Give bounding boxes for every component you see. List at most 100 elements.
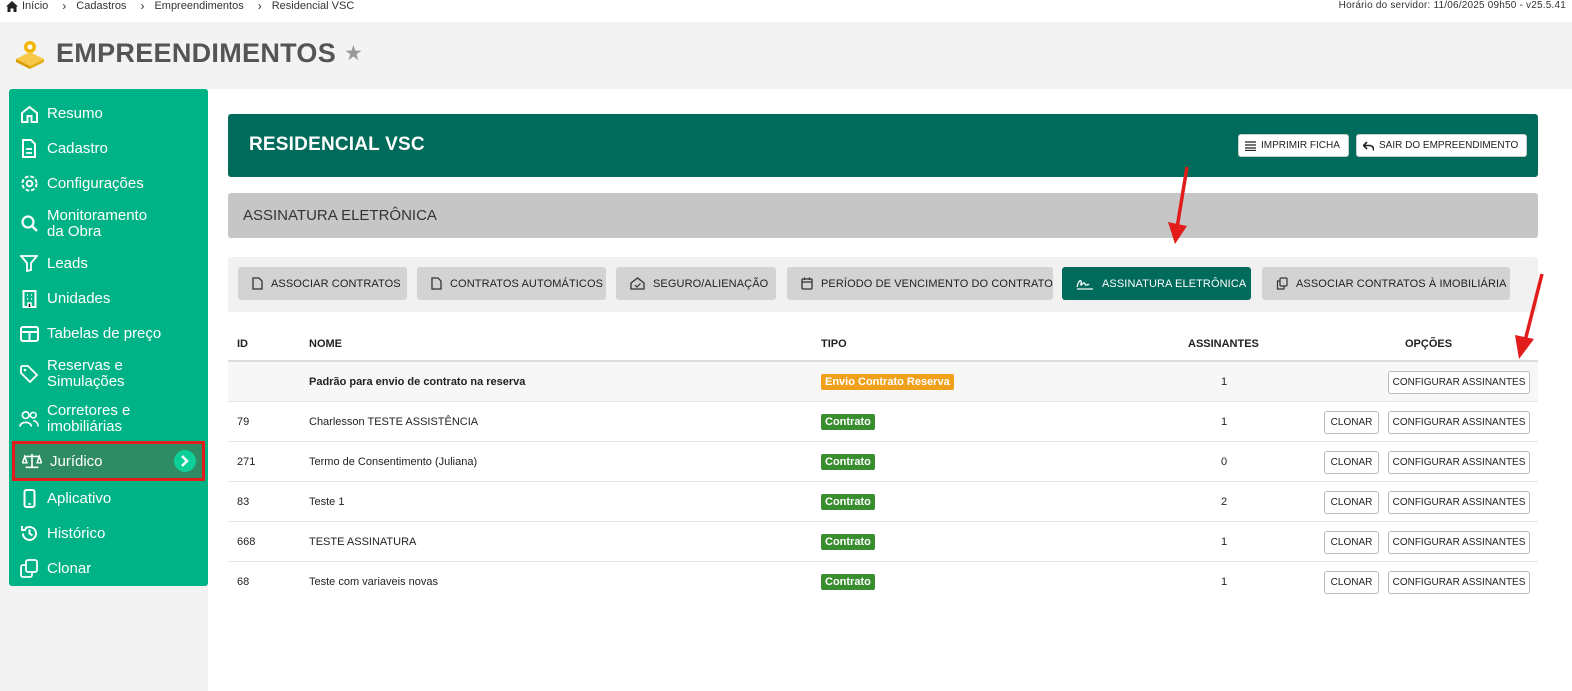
tab-associar-imobiliaria[interactable]: ASSOCIAR CONTRATOS À IMOBILIÁRIA xyxy=(1262,267,1510,300)
signature-icon xyxy=(1076,277,1094,290)
column-header-id: ID xyxy=(237,338,248,350)
phone-icon xyxy=(19,489,39,509)
sidebar-item-tabelas[interactable]: Tabelas de preço xyxy=(9,316,208,351)
clone-button[interactable]: CLONAR xyxy=(1324,571,1379,594)
table-icon xyxy=(19,324,39,344)
sidebar-item-unidades[interactable]: Unidades xyxy=(9,281,208,316)
favorite-star-icon[interactable]: ★ xyxy=(344,41,363,66)
clone-button[interactable]: CLONAR xyxy=(1324,491,1379,514)
sidebar-item-configuracoes[interactable]: Configurações xyxy=(9,166,208,201)
building-icon xyxy=(19,289,39,309)
table-row: Padrão para envio de contrato na reserva… xyxy=(228,362,1538,402)
column-header-options: OPÇÕES xyxy=(1405,338,1453,350)
sidebar-item-label: Monitoramento da Obra xyxy=(47,206,148,240)
row-signers: 2 xyxy=(1221,496,1228,508)
tab-associar-contratos[interactable]: ASSOCIAR CONTRATOS xyxy=(238,267,407,300)
tab-seguro-alienacao[interactable]: SEGURO/ALIENAÇÃO xyxy=(616,267,776,300)
clone-button[interactable]: CLONAR xyxy=(1324,531,1379,554)
row-signers: 1 xyxy=(1221,536,1228,548)
sidebar-item-corretores[interactable]: Corretores e imobiliárias xyxy=(9,396,208,441)
reply-arrow-icon xyxy=(1363,140,1374,151)
sidebar-item-label: Unidades xyxy=(47,290,111,307)
breadcrumb-home[interactable]: Início xyxy=(22,0,48,12)
sidebar-item-label: Histórico xyxy=(47,525,106,542)
sidebar-item-label: Configurações xyxy=(47,175,144,192)
sidebar-item-aplicativo[interactable]: Aplicativo xyxy=(9,481,208,516)
gear-icon xyxy=(19,174,39,194)
breadcrumb-cadastros[interactable]: Cadastros xyxy=(76,0,126,12)
row-name: TESTE ASSINATURA xyxy=(309,536,417,548)
sidebar-item-cadastro[interactable]: Cadastro xyxy=(9,131,208,166)
table-row: 79 Charlesson TESTE ASSISTÊNCIA Contrato… xyxy=(228,402,1538,442)
type-badge: Contrato xyxy=(821,414,875,430)
configure-signers-button[interactable]: CONFIGURAR ASSINANTES xyxy=(1388,491,1530,514)
configure-signers-button[interactable]: CONFIGURAR ASSINANTES xyxy=(1388,371,1530,394)
exit-project-button[interactable]: SAIR DO EMPREENDIMENTO xyxy=(1356,134,1528,157)
document-icon xyxy=(252,277,263,290)
signers-table: ID NOME TIPO ASSINANTES OPÇÕES Padrão pa… xyxy=(228,322,1538,602)
type-badge: Contrato xyxy=(821,574,875,590)
row-id: 271 xyxy=(237,456,256,468)
sidebar: Resumo Cadastro Configurações Monitorame… xyxy=(9,89,208,586)
configure-signers-button[interactable]: CONFIGURAR ASSINANTES xyxy=(1388,571,1530,594)
history-icon xyxy=(19,524,39,544)
clone-button[interactable]: CLONAR xyxy=(1324,451,1379,474)
sidebar-item-historico[interactable]: Histórico xyxy=(9,516,208,551)
sidebar-item-label: Aplicativo xyxy=(47,490,112,507)
clone-button[interactable]: CLONAR xyxy=(1324,411,1379,434)
chevron-right-icon[interactable] xyxy=(174,450,196,472)
page-title: EMPREENDIMENTOS xyxy=(56,38,337,68)
annotation-arrow-icon xyxy=(1168,166,1189,244)
breadcrumb-empreendimentos[interactable]: Empreendimentos xyxy=(154,0,243,12)
breadcrumb-current: Residencial VSC xyxy=(271,0,355,12)
row-name: Charlesson TESTE ASSISTÊNCIA xyxy=(309,416,479,428)
type-badge: Contrato xyxy=(821,454,875,470)
tab-contratos-automaticos[interactable]: CONTRATOS AUTOMÁTICOS xyxy=(417,267,606,300)
list-icon xyxy=(1245,140,1256,151)
print-button[interactable]: IMPRIMIR FICHA xyxy=(1238,134,1349,157)
chevron-right-icon: › xyxy=(62,0,67,13)
print-button-label: IMPRIMIR FICHA xyxy=(1261,140,1340,151)
tab-label: ASSINATURA ELETRÔNICA xyxy=(1102,277,1247,290)
exit-button-label: SAIR DO EMPREENDIMENTO xyxy=(1379,140,1519,151)
copy-icon xyxy=(19,559,39,579)
annotation-arrow-icon xyxy=(1515,273,1544,359)
tab-assinatura-eletronica[interactable]: ASSINATURA ELETRÔNICA xyxy=(1062,267,1251,300)
table-header: ID NOME TIPO ASSINANTES OPÇÕES xyxy=(228,322,1538,362)
tab-periodo-vencimento[interactable]: PERÍODO DE VENCIMENTO DO CONTRATO xyxy=(787,267,1053,300)
sidebar-item-resumo[interactable]: Resumo xyxy=(9,96,208,131)
copy-icon xyxy=(1276,277,1288,290)
row-id: 668 xyxy=(237,536,256,548)
configure-signers-button[interactable]: CONFIGURAR ASSINANTES xyxy=(1388,411,1530,434)
users-icon xyxy=(19,409,39,429)
calendar-icon xyxy=(801,277,813,290)
sidebar-item-reservas[interactable]: Reservas e Simulações xyxy=(9,351,208,396)
sidebar-item-clonar[interactable]: Clonar xyxy=(9,551,208,586)
row-name: Padrão para envio de contrato na reserva xyxy=(309,376,526,388)
row-name: Teste com variaveis novas xyxy=(309,576,438,588)
type-badge: Contrato xyxy=(821,494,875,510)
building-logo-icon xyxy=(16,40,44,69)
table-row: 83 Teste 1 Contrato 2 CLONAR CONFIGURAR … xyxy=(228,482,1538,522)
sidebar-item-monitoramento[interactable]: Monitoramento da Obra xyxy=(9,201,208,246)
row-signers: 1 xyxy=(1221,376,1228,388)
table-row: 271 Termo de Consentimento (Juliana) Con… xyxy=(228,442,1538,482)
sidebar-item-label: Clonar xyxy=(47,560,92,577)
sidebar-item-leads[interactable]: Leads xyxy=(9,246,208,281)
home-icon xyxy=(19,104,39,124)
tab-label: ASSOCIAR CONTRATOS xyxy=(271,277,401,290)
home-icon[interactable] xyxy=(6,0,18,12)
configure-signers-button[interactable]: CONFIGURAR ASSINANTES xyxy=(1388,451,1530,474)
column-header-name: NOME xyxy=(309,338,342,350)
document-icon xyxy=(19,139,39,159)
main-content: RESIDENCIAL VSC IMPRIMIR FICHA SAIR DO E… xyxy=(208,89,1572,691)
column-header-type: TIPO xyxy=(821,338,847,350)
server-time: Horário do servidor: 11/06/2025 09h50 - … xyxy=(1338,0,1566,11)
search-icon xyxy=(19,214,39,234)
filter-icon xyxy=(19,254,39,274)
row-signers: 0 xyxy=(1221,456,1228,468)
configure-signers-button[interactable]: CONFIGURAR ASSINANTES xyxy=(1388,531,1530,554)
sidebar-item-juridico[interactable]: Jurídico xyxy=(12,441,205,481)
row-signers: 1 xyxy=(1221,416,1228,428)
sidebar-item-label: Corretores e imobiliárias xyxy=(47,401,131,435)
